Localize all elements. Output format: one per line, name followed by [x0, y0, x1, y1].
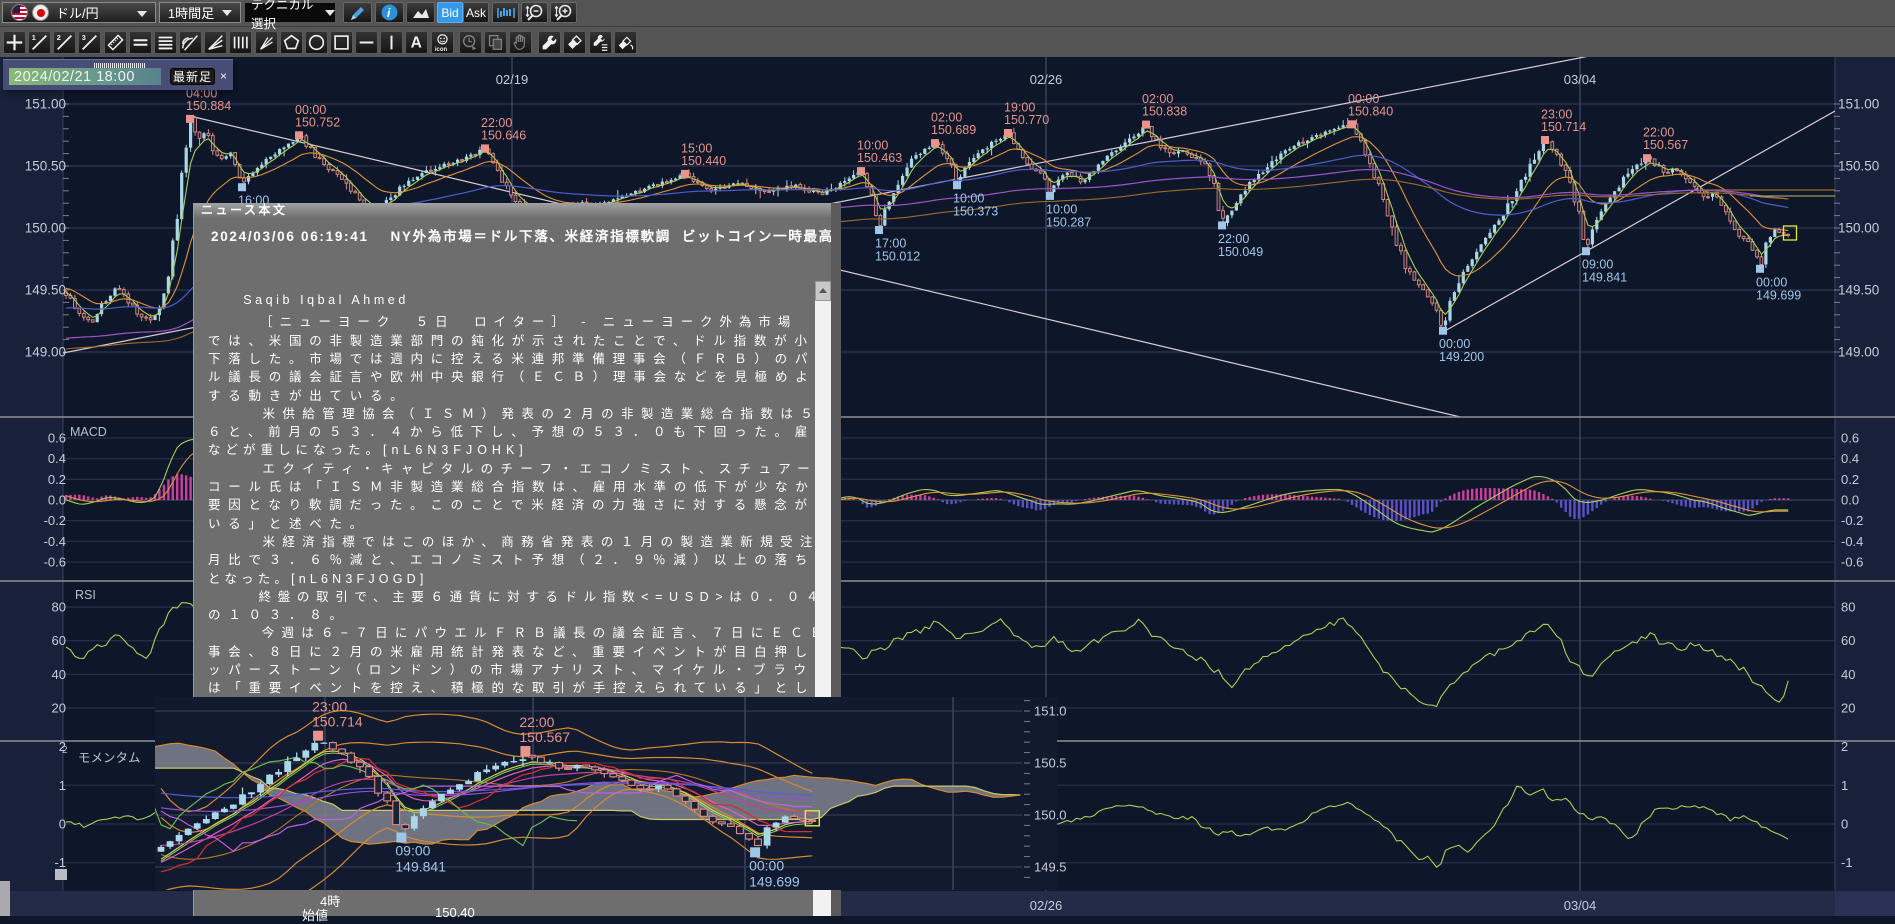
svg-text:150.714: 150.714 [312, 714, 363, 730]
svg-text:-1: -1 [1841, 855, 1853, 870]
svg-text:150.50: 150.50 [25, 159, 66, 174]
svg-text:150.752: 150.752 [295, 115, 340, 129]
svg-text:0: 0 [1841, 817, 1848, 832]
svg-text:150.567: 150.567 [1643, 138, 1688, 152]
svg-text:0.4: 0.4 [48, 451, 66, 466]
svg-text:02/26: 02/26 [1030, 72, 1063, 87]
svg-text:0: 0 [59, 817, 66, 832]
svg-text:150.287: 150.287 [1046, 215, 1091, 229]
svg-text:40: 40 [52, 667, 66, 682]
svg-text:151.00: 151.00 [1838, 97, 1879, 112]
svg-text:20: 20 [52, 701, 66, 716]
svg-text:03/04: 03/04 [1564, 72, 1597, 87]
svg-text:-0.2: -0.2 [44, 513, 66, 528]
svg-text:151.00: 151.00 [25, 97, 66, 112]
svg-text:-0.2: -0.2 [1841, 513, 1863, 528]
svg-text:23:00: 23:00 [312, 699, 347, 715]
svg-text:02/26: 02/26 [1030, 898, 1063, 913]
svg-text:149.200: 149.200 [1439, 350, 1484, 364]
svg-text:02/19: 02/19 [496, 72, 529, 87]
svg-text:09:00: 09:00 [1582, 258, 1613, 272]
svg-text:150.00: 150.00 [25, 221, 66, 236]
svg-text:0.6: 0.6 [1841, 431, 1859, 446]
svg-text:0.6: 0.6 [48, 431, 66, 446]
svg-text:22:00: 22:00 [519, 714, 554, 730]
svg-text:2: 2 [62, 745, 68, 756]
svg-text:149.841: 149.841 [1582, 271, 1627, 285]
svg-text:00:00: 00:00 [1756, 275, 1787, 289]
svg-text:RSI: RSI [75, 588, 96, 602]
svg-text:150.012: 150.012 [875, 250, 920, 264]
svg-text:-1: -1 [54, 855, 66, 870]
svg-text:149.699: 149.699 [1756, 288, 1801, 302]
svg-text:22:00: 22:00 [1218, 232, 1249, 246]
svg-text:-0.4: -0.4 [1841, 534, 1863, 549]
svg-text:2: 2 [1841, 739, 1848, 754]
svg-text:MACD: MACD [70, 425, 107, 439]
svg-text:00:00: 00:00 [749, 857, 784, 873]
svg-text:151.0: 151.0 [1034, 704, 1067, 719]
svg-text:1: 1 [32, 33, 36, 42]
svg-text:icon: icon [435, 47, 448, 53]
svg-text:150.884: 150.884 [186, 99, 231, 113]
svg-text:1: 1 [59, 778, 66, 793]
svg-text:0.0: 0.0 [48, 493, 66, 508]
svg-text:2: 2 [57, 33, 61, 42]
svg-text:モメンタム: モメンタム [78, 751, 141, 765]
svg-text:150.373: 150.373 [953, 205, 998, 219]
svg-text:17:00: 17:00 [875, 237, 906, 251]
svg-text:0.4: 0.4 [1841, 451, 1859, 466]
svg-text:-0.4: -0.4 [44, 534, 66, 549]
svg-text:150.689: 150.689 [931, 123, 976, 137]
svg-text:80: 80 [52, 600, 66, 615]
svg-text:-0.6: -0.6 [44, 555, 66, 570]
svg-text:150.049: 150.049 [1218, 245, 1263, 259]
svg-text:149.00: 149.00 [25, 345, 66, 360]
svg-text:40: 40 [1841, 667, 1855, 682]
svg-text:60: 60 [52, 633, 66, 648]
svg-text:10:00: 10:00 [1046, 202, 1077, 216]
svg-text:0.0: 0.0 [1841, 493, 1859, 508]
svg-text:0.2: 0.2 [48, 472, 66, 487]
svg-text:149.5: 149.5 [1034, 860, 1067, 875]
svg-text:149.841: 149.841 [395, 859, 446, 875]
svg-text:150.00: 150.00 [1838, 221, 1879, 236]
svg-text:80: 80 [1841, 600, 1855, 615]
svg-text:20: 20 [1841, 701, 1855, 716]
svg-text:149.50: 149.50 [1838, 283, 1879, 298]
svg-text:0.2: 0.2 [1841, 472, 1859, 487]
svg-text:00:00: 00:00 [1439, 337, 1470, 351]
svg-text:150.646: 150.646 [481, 128, 526, 142]
svg-text:150.5: 150.5 [1034, 756, 1067, 771]
svg-text:150.440: 150.440 [681, 154, 726, 168]
svg-text:60: 60 [1841, 633, 1855, 648]
svg-text:150.50: 150.50 [1838, 159, 1879, 174]
svg-text:149.699: 149.699 [749, 873, 800, 889]
svg-text:150.840: 150.840 [1348, 104, 1393, 118]
svg-text:3: 3 [82, 33, 86, 42]
svg-text:150.770: 150.770 [1004, 113, 1049, 127]
svg-text:-0.6: -0.6 [1841, 555, 1863, 570]
svg-text:150.567: 150.567 [519, 729, 570, 745]
svg-text:149.00: 149.00 [1838, 345, 1879, 360]
svg-text:09:00: 09:00 [395, 843, 430, 859]
svg-text:149.50: 149.50 [25, 283, 66, 298]
svg-text:150.0: 150.0 [1034, 808, 1067, 823]
svg-text:A: A [411, 35, 422, 52]
svg-text:150.714: 150.714 [1541, 120, 1586, 134]
svg-text:10:00: 10:00 [953, 192, 984, 206]
svg-text:1: 1 [1841, 778, 1848, 793]
svg-text:03/04: 03/04 [1564, 898, 1597, 913]
svg-text:150.838: 150.838 [1142, 105, 1187, 119]
svg-text:150.463: 150.463 [857, 151, 902, 165]
